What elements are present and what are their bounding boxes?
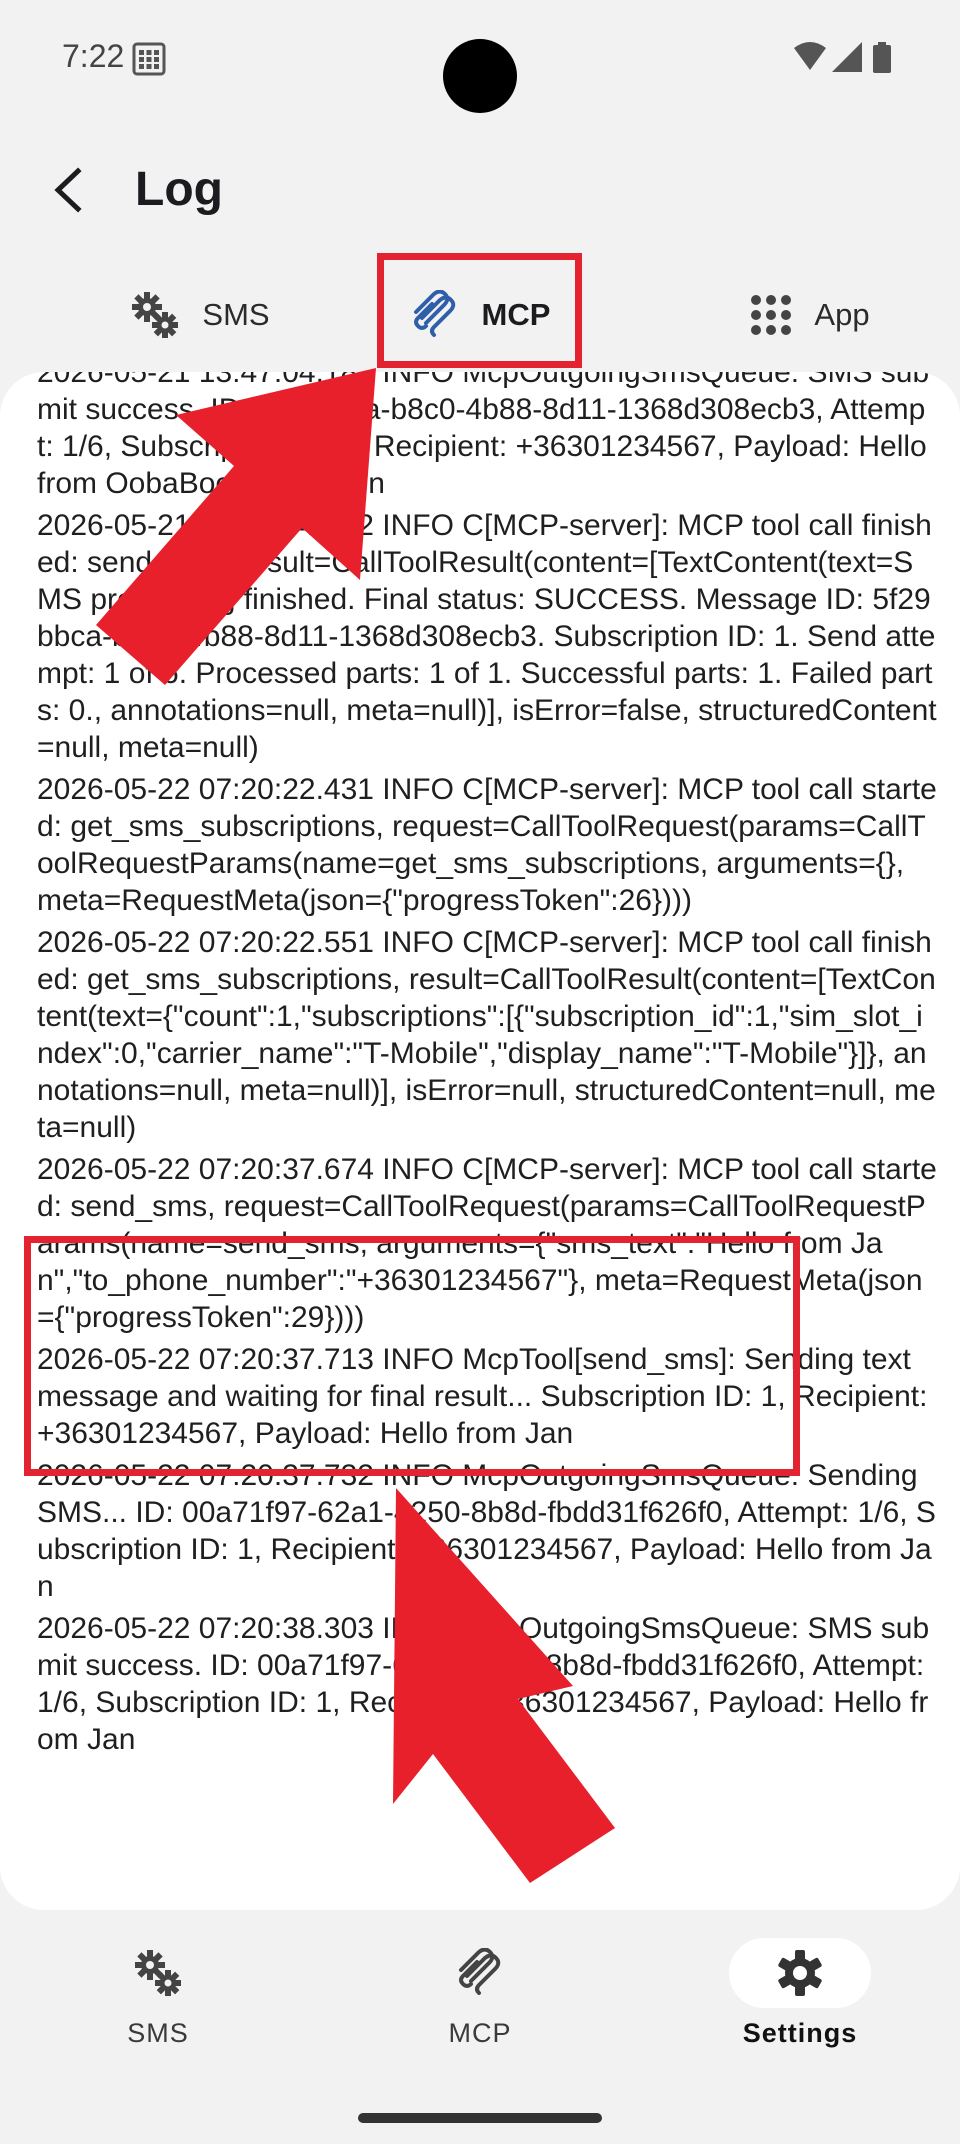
nav-mcp-label: MCP	[448, 2018, 512, 2048]
battery-icon	[873, 42, 891, 73]
back-arrow-icon	[54, 167, 82, 213]
nav-sms[interactable]: SMS	[48, 1910, 268, 2070]
wifi-icon	[794, 42, 826, 70]
log-panel[interactable]: 2026-05-21 13:47:04.185 INFO McpOutgoing…	[0, 372, 960, 1910]
log-entry: 2026-05-22 07:20:22.431 INFO C[MCP-serve…	[37, 773, 937, 917]
status-time: 7:22	[62, 38, 125, 74]
log-entry-highlight-box	[24, 1236, 800, 1476]
grid-icon	[751, 295, 792, 335]
status-icons	[794, 42, 891, 73]
tab-highlight-box	[377, 253, 582, 368]
nav-settings-label: Settings	[742, 2018, 858, 2048]
log-list: 2026-05-21 13:47:04.185 INFO McpOutgoing…	[37, 372, 937, 1763]
back-button[interactable]	[38, 160, 98, 220]
sim-card-icon	[132, 42, 166, 76]
log-entry: 2026-05-22 07:20:38.303 INFO McpOutgoing…	[37, 1612, 933, 1756]
tab-sms-label: SMS	[202, 297, 270, 332]
log-entry: 2026-05-22 07:20:37.732 INFO McpOutgoing…	[37, 1459, 936, 1603]
app-bar: Log	[0, 140, 960, 240]
signal-icon	[832, 42, 862, 72]
log-entry: 2026-05-22 07:20:22.551 INFO C[MCP-serve…	[37, 926, 936, 1144]
status-bar: 7:22	[0, 0, 960, 120]
nav-settings[interactable]: Settings	[690, 1910, 910, 2070]
page-title: Log	[135, 163, 223, 216]
settings-gear-icon	[778, 1950, 822, 1996]
tab-app[interactable]: App	[700, 250, 920, 380]
tab-app-label: App	[814, 297, 870, 332]
log-entry: 2026-05-21 13:47:04.272 INFO C[MCP-serve…	[37, 509, 937, 764]
paperclip-icon	[459, 1948, 501, 1995]
log-entry: 2026-05-21 13:47:04.185 INFO McpOutgoing…	[37, 372, 936, 500]
tab-sms[interactable]: SMS	[70, 250, 330, 380]
camera-cutout	[443, 39, 517, 113]
nav-mcp[interactable]: MCP	[370, 1910, 590, 2070]
gears-icon	[132, 292, 179, 338]
nav-sms-label: SMS	[127, 2018, 189, 2048]
bottom-nav: SMS MCP Settings	[0, 1910, 960, 2070]
gears-icon	[135, 1950, 181, 1996]
home-indicator[interactable]	[358, 2113, 602, 2123]
